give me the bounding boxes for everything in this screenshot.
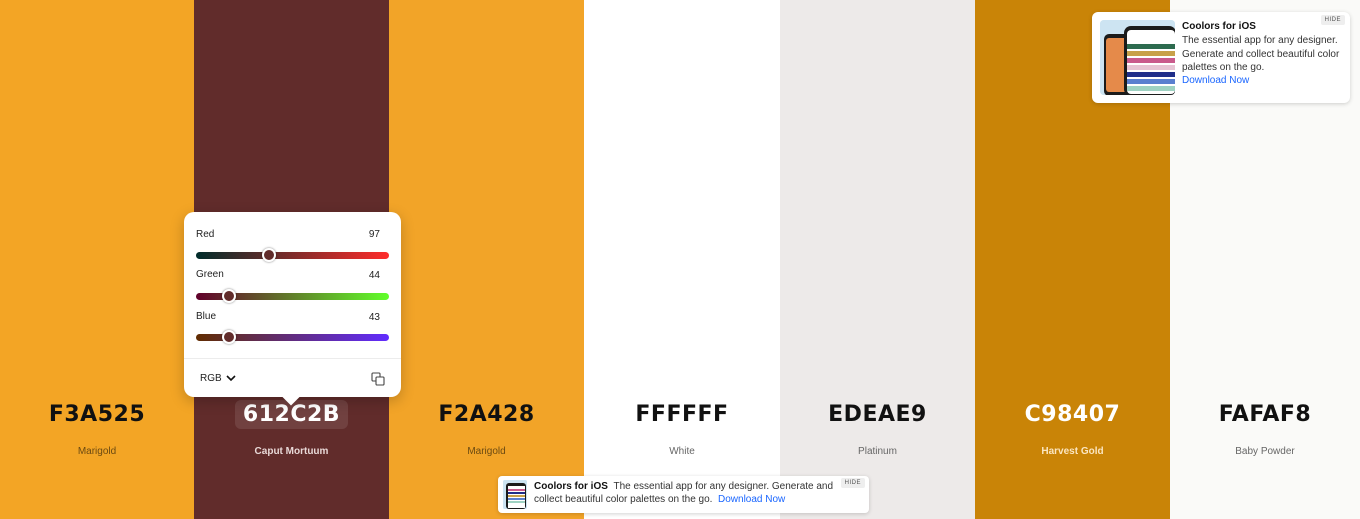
color-swatch[interactable]: F2A428 Marigold: [389, 0, 584, 519]
hex-code-text: F2A428: [438, 402, 535, 427]
hex-code[interactable]: EDEAE9: [780, 400, 975, 429]
color-name[interactable]: Platinum: [780, 446, 975, 457]
color-name[interactable]: Harvest Gold: [975, 446, 1170, 457]
color-mode-dropdown[interactable]: RGB: [200, 373, 236, 384]
color-swatch[interactable]: FFFFFF White: [584, 0, 780, 519]
color-swatch[interactable]: EDEAE9 Platinum: [780, 0, 975, 519]
red-slider[interactable]: [196, 248, 389, 262]
hex-code[interactable]: F3A525: [0, 400, 194, 429]
hide-ad-button[interactable]: HIDE: [840, 478, 865, 488]
hex-code-text: C98407: [1024, 402, 1121, 427]
blue-slider[interactable]: [196, 330, 389, 344]
color-name[interactable]: Marigold: [0, 446, 194, 457]
chevron-down-icon: [226, 375, 236, 382]
ad-description: The essential app for any designer. Gene…: [1182, 35, 1340, 73]
green-slider[interactable]: [196, 289, 389, 303]
green-value: 44: [368, 270, 380, 281]
hex-code-text: F3A525: [48, 402, 146, 427]
app-preview-image: [1100, 20, 1175, 95]
red-value: 97: [368, 229, 380, 240]
ad-text: Coolors for iOS The essential app for an…: [534, 481, 834, 506]
ios-app-ad-bottom[interactable]: Coolors for iOS The essential app for an…: [498, 476, 869, 513]
blue-value: 43: [368, 312, 380, 323]
green-slider-handle[interactable]: [222, 289, 237, 303]
hex-code-text: FFFFFF: [635, 402, 729, 427]
hex-code[interactable]: C98407: [975, 400, 1170, 429]
blue-slider-handle[interactable]: [221, 330, 236, 344]
app-preview-image: [503, 480, 527, 509]
red-label: Red: [196, 229, 215, 240]
blue-label: Blue: [196, 311, 217, 322]
red-slider-handle[interactable]: [262, 248, 277, 262]
color-mode-label: RGB: [200, 373, 222, 384]
color-name[interactable]: White: [584, 446, 780, 457]
download-now-link[interactable]: Download Now: [718, 494, 785, 505]
ad-title: Coolors for iOS: [534, 481, 608, 492]
hex-code[interactable]: FAFAF8: [1170, 400, 1360, 429]
color-picker-popover: Red 97 Green 44 Blue 43 RGB: [184, 212, 401, 397]
color-swatch[interactable]: F3A525 Marigold: [0, 0, 194, 519]
hex-code[interactable]: FFFFFF: [584, 400, 780, 429]
download-now-link[interactable]: Download Now: [1182, 75, 1249, 86]
green-label: Green: [196, 269, 224, 280]
hex-code-text: FAFAF8: [1218, 402, 1312, 427]
hex-code-text: EDEAE9: [828, 402, 927, 427]
color-name[interactable]: Marigold: [389, 446, 584, 457]
copy-icon[interactable]: [371, 372, 385, 386]
color-name[interactable]: Caput Mortuum: [194, 446, 389, 457]
hex-code[interactable]: F2A428: [389, 400, 584, 429]
ios-app-ad[interactable]: Coolors for iOS The essential app for an…: [1092, 12, 1350, 103]
hide-ad-button[interactable]: HIDE: [1320, 15, 1345, 25]
color-name[interactable]: Baby Powder: [1170, 446, 1360, 457]
ad-title: Coolors for iOS: [1182, 21, 1256, 32]
divider: [184, 358, 401, 359]
